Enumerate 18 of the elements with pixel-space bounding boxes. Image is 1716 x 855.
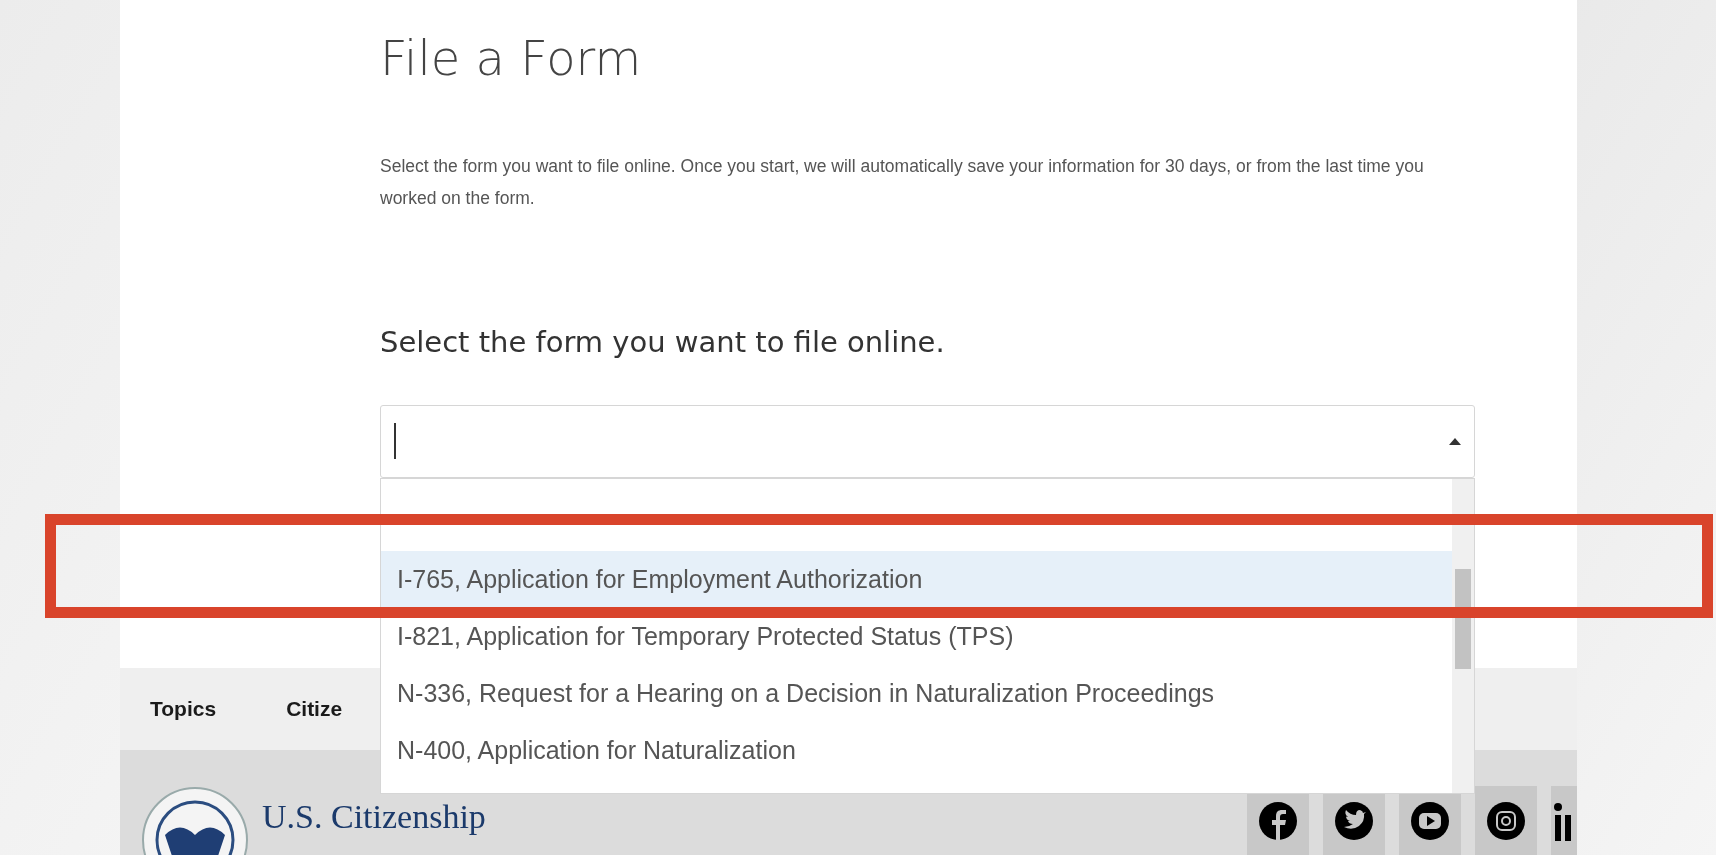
intro-text: Select the form you want to file online. Once you start, we will automatically save your information for 30 days, or from the last time you worked on the form. <box>380 155 1425 210</box>
form-option[interactable]: I-765, Application for Employment Authorization <box>381 551 1452 608</box>
agency-name[interactable]: U.S. Citizenship <box>262 800 486 834</box>
form-select-field[interactable] <box>380 405 1475 478</box>
scrollbar[interactable] <box>1452 479 1474 793</box>
linkedin-icon[interactable] <box>1551 801 1573 841</box>
footer-nav-link[interactable]: Citize <box>286 697 343 721</box>
facebook-icon[interactable] <box>1258 801 1298 841</box>
twitter-icon[interactable] <box>1334 801 1374 841</box>
footer-nav-link[interactable]: Topics <box>150 697 217 721</box>
page-title: File a Form <box>380 30 643 88</box>
form-option[interactable]: N-400, Application for Naturalization <box>381 722 1452 779</box>
form-option[interactable]: I-821, Application for Temporary Protected Status (TPS) <box>381 608 1452 665</box>
caret-up-icon <box>1449 437 1461 445</box>
form-option[interactable]: N-336, Request for a Hearing on a Decision in Naturalization Proceedings <box>381 665 1452 722</box>
youtube-icon[interactable] <box>1410 801 1450 841</box>
select-prompt: Select the form you want to file online. <box>380 325 946 361</box>
instagram-icon[interactable] <box>1486 801 1526 841</box>
